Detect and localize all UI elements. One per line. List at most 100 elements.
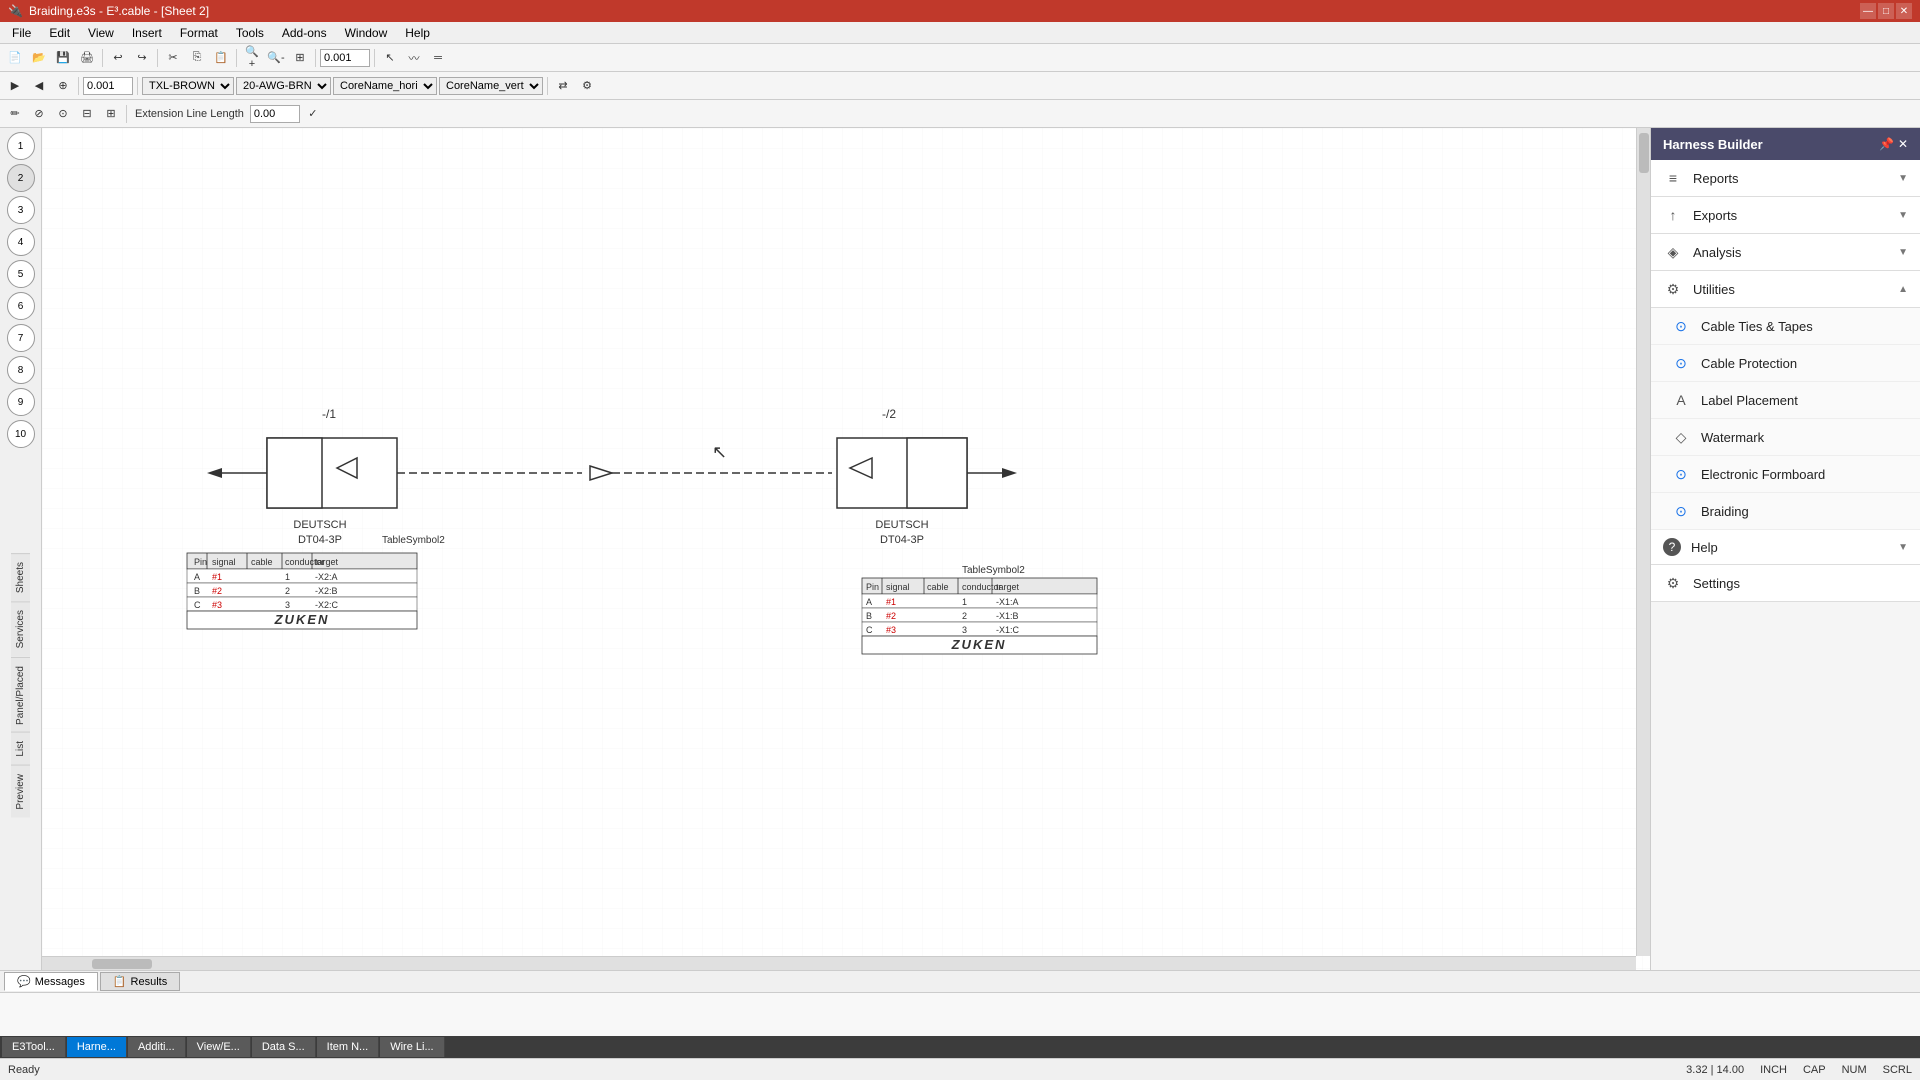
tb-select[interactable]: ↖ (379, 47, 401, 69)
tb3-btn1[interactable]: ✏ (4, 103, 26, 125)
tb3-btn5[interactable]: ⊞ (100, 103, 122, 125)
sidebar-tab-panel[interactable]: Panel/Placed (11, 657, 30, 733)
hscroll-thumb[interactable] (92, 959, 152, 969)
tb-redo[interactable]: ↪ (131, 47, 153, 69)
wire-type-select[interactable]: TXL-BROWN (142, 77, 234, 95)
menu-format[interactable]: Format (172, 24, 226, 42)
tab-messages[interactable]: 💬 Messages (4, 972, 98, 991)
tb2-btn3[interactable]: ⊕ (52, 75, 74, 97)
vscroll-thumb[interactable] (1639, 133, 1649, 173)
tb-bus[interactable]: ═ (427, 47, 449, 69)
panel-reports[interactable]: ≡ Reports ▼ (1651, 160, 1920, 197)
sidebar-tab-sheets[interactable]: Sheets (11, 553, 30, 601)
app-tab-wire-l[interactable]: Wire Li... (380, 1037, 444, 1057)
harness-pin-button[interactable]: 📌 (1879, 137, 1894, 151)
sheet-1[interactable]: 1 (7, 132, 35, 160)
canvas-area[interactable]: -/1 DEUTSCH DT04-3P TableSymbol2 (42, 128, 1650, 970)
menu-tools[interactable]: Tools (228, 24, 272, 42)
app-tab-viewe[interactable]: View/E... (187, 1037, 251, 1057)
minimize-button[interactable]: — (1860, 3, 1876, 19)
tb3-btn4[interactable]: ⊟ (76, 103, 98, 125)
panel-braiding[interactable]: ⊙ Braiding (1651, 493, 1920, 530)
core-name-vert-select[interactable]: CoreName_vert (439, 77, 543, 95)
menu-edit[interactable]: Edit (41, 24, 78, 42)
panel-label-placement[interactable]: A Label Placement (1651, 382, 1920, 419)
separator-2 (157, 49, 158, 67)
maximize-button[interactable]: □ (1878, 3, 1894, 19)
panel-cable-protection[interactable]: ⊙ Cable Protection (1651, 345, 1920, 382)
messages-icon: 💬 (17, 975, 31, 988)
snap-input[interactable] (320, 49, 370, 67)
tb-paste[interactable]: 📋 (210, 47, 232, 69)
separator-3 (236, 49, 237, 67)
sheet-7[interactable]: 7 (7, 324, 35, 352)
sidebar-tab-list[interactable]: List (11, 732, 30, 765)
tb2-swap[interactable]: ⇄ (552, 75, 574, 97)
sheet-3[interactable]: 3 (7, 196, 35, 224)
conn2-b-signal: #2 (886, 611, 896, 621)
panel-analysis[interactable]: ◈ Analysis ▼ (1651, 234, 1920, 271)
sheet-9[interactable]: 9 (7, 388, 35, 416)
harness-close-button[interactable]: ✕ (1898, 137, 1908, 151)
ext-line-input[interactable] (250, 105, 300, 123)
separator-9 (126, 105, 127, 123)
panel-cable-ties[interactable]: ⊙ Cable Ties & Tapes (1651, 308, 1920, 345)
tb-new[interactable]: 📄 (4, 47, 26, 69)
tab-results[interactable]: 📋 Results (100, 972, 180, 991)
tb-print[interactable]: 🖨 (76, 47, 98, 69)
tb-zoom-fit[interactable]: ⊞ (289, 47, 311, 69)
grid-input[interactable] (83, 77, 133, 95)
wire-gauge-select[interactable]: 20-AWG-BRN (236, 77, 331, 95)
panel-exports[interactable]: ↑ Exports ▼ (1651, 197, 1920, 234)
tb3-btn3[interactable]: ⊙ (52, 103, 74, 125)
tb2-btn2[interactable]: ◀ (28, 75, 50, 97)
title-bar-controls[interactable]: — □ ✕ (1860, 3, 1912, 19)
menu-window[interactable]: Window (337, 24, 396, 42)
tb3-btn2[interactable]: ⊘ (28, 103, 50, 125)
app-tab-additi[interactable]: Additi... (128, 1037, 186, 1057)
tb-wire[interactable]: 〰 (403, 47, 425, 69)
panel-help[interactable]: ? Help ▼ (1651, 530, 1920, 565)
menu-help[interactable]: Help (397, 24, 438, 42)
sheet-6[interactable]: 6 (7, 292, 35, 320)
panel-utilities[interactable]: ⚙ Utilities ▲ (1651, 271, 1920, 308)
horizontal-scrollbar[interactable] (42, 956, 1636, 970)
app-tab-e3tool[interactable]: E3Tool... (2, 1037, 66, 1057)
tb-open[interactable]: 📂 (28, 47, 50, 69)
panel-settings[interactable]: ⚙ Settings (1651, 565, 1920, 602)
tb2-prop[interactable]: ⚙ (576, 75, 598, 97)
sheet-8[interactable]: 8 (7, 356, 35, 384)
menu-insert[interactable]: Insert (124, 24, 170, 42)
sidebar-tab-preview[interactable]: Preview (11, 765, 30, 818)
panel-electronic-formboard[interactable]: ⊙ Electronic Formboard (1651, 456, 1920, 493)
cable-ties-icon: ⊙ (1671, 316, 1691, 336)
separator-4 (315, 49, 316, 67)
sheet-list: 1 2 3 4 5 6 7 8 9 10 (7, 128, 35, 553)
app-tab-item-n[interactable]: Item N... (317, 1037, 380, 1057)
menu-file[interactable]: File (4, 24, 39, 42)
sheet-5[interactable]: 5 (7, 260, 35, 288)
menu-addons[interactable]: Add-ons (274, 24, 335, 42)
app-tab-data-s[interactable]: Data S... (252, 1037, 316, 1057)
conn2-row-c (862, 622, 1097, 636)
tb-zoom-in[interactable]: 🔍+ (241, 47, 263, 69)
sheet-2[interactable]: 2 (7, 164, 35, 192)
sheet-4[interactable]: 4 (7, 228, 35, 256)
conn1-name: DEUTSCH (293, 519, 346, 531)
tb3-accept[interactable]: ✓ (302, 103, 324, 125)
tb-zoom-out[interactable]: 🔍- (265, 47, 287, 69)
menu-view[interactable]: View (80, 24, 122, 42)
core-name-hori-select[interactable]: CoreName_hori (333, 77, 437, 95)
tb-undo[interactable]: ↩ (107, 47, 129, 69)
tb-save[interactable]: 💾 (52, 47, 74, 69)
tb-copy[interactable]: ⎘ (186, 47, 208, 69)
sidebar-tab-services[interactable]: Services (11, 601, 30, 656)
close-button[interactable]: ✕ (1896, 3, 1912, 19)
tb2-btn1[interactable]: ▶ (4, 75, 26, 97)
panel-settings-left: ⚙ Settings (1663, 573, 1740, 593)
tb-cut[interactable]: ✂ (162, 47, 184, 69)
vertical-scrollbar[interactable] (1636, 128, 1650, 956)
panel-watermark[interactable]: ◇ Watermark (1651, 419, 1920, 456)
sheet-10[interactable]: 10 (7, 420, 35, 448)
app-tab-harness[interactable]: Harne... (67, 1037, 127, 1057)
